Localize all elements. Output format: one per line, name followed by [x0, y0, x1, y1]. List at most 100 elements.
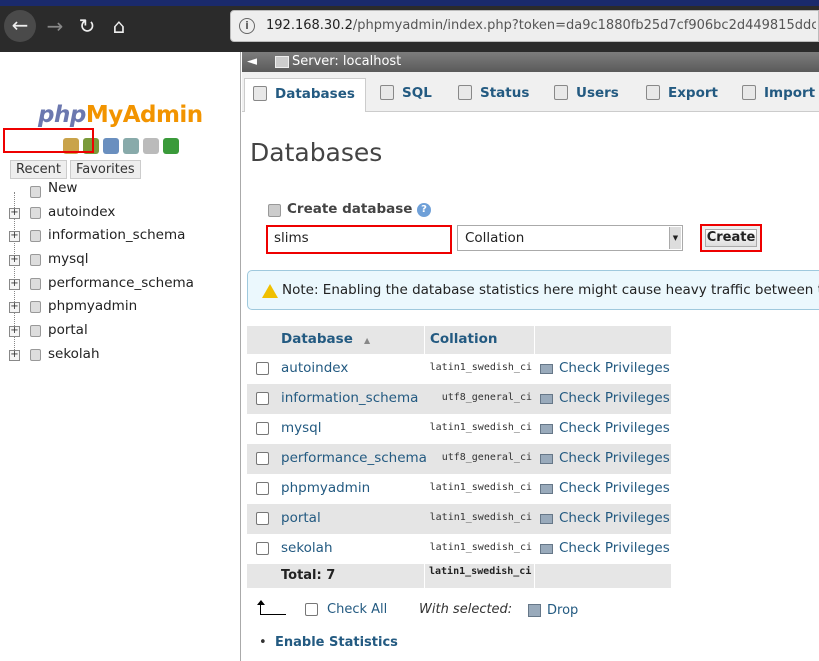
table-row: information_schema utf8_general_ci Check…	[247, 384, 671, 414]
database-name-input[interactable]: slims	[266, 225, 452, 254]
check-privileges-link[interactable]: Check Privileges	[559, 450, 670, 466]
db-name-link[interactable]: sekolah	[281, 540, 333, 556]
status-icon	[458, 85, 472, 100]
col-divider	[534, 564, 535, 588]
database-icon	[30, 301, 41, 314]
tab-export[interactable]: Export	[638, 78, 728, 112]
reload-icon[interactable]: ↻	[72, 11, 102, 41]
tab-sql[interactable]: SQL	[372, 78, 444, 112]
collation-select[interactable]: Collation ▼	[457, 225, 683, 251]
row-checkbox[interactable]	[256, 362, 269, 375]
expand-icon[interactable]: +	[9, 349, 20, 361]
db-name-link[interactable]: phpmyadmin	[281, 480, 370, 496]
check-privileges-link[interactable]: Check Privileges	[559, 360, 670, 376]
row-checkbox[interactable]	[256, 392, 269, 405]
tree-item-label: portal	[48, 321, 88, 338]
tab-status[interactable]: Status	[450, 78, 540, 112]
settings-icon[interactable]	[143, 138, 159, 154]
tab-import[interactable]: Import	[734, 78, 819, 112]
docs-icon[interactable]	[123, 138, 139, 154]
db-name-link[interactable]: portal	[281, 510, 321, 526]
tree-item-db[interactable]: + sekolah	[0, 343, 241, 367]
help-icon[interactable]: ?	[417, 203, 431, 217]
tree-item-label: performance_schema	[48, 274, 194, 291]
check-all-label[interactable]: Check All	[327, 602, 387, 617]
privileges-icon[interactable]	[540, 514, 553, 524]
col-header-database[interactable]: Database	[281, 331, 353, 347]
enable-statistics-link[interactable]: Enable Statistics	[275, 635, 398, 650]
privileges-icon[interactable]	[540, 544, 553, 554]
notice-text: Note: Enabling the database statistics h…	[282, 282, 819, 298]
tab-label: Users	[576, 85, 619, 101]
expand-icon[interactable]: +	[9, 231, 20, 243]
tree-item-db[interactable]: + performance_schema	[0, 272, 241, 296]
collapse-arrow-icon[interactable]: ◄	[247, 52, 257, 72]
db-name-link[interactable]: information_schema	[281, 390, 418, 406]
check-all-checkbox[interactable]	[305, 603, 318, 616]
nav-tabs: Recent Favorites	[10, 160, 141, 179]
tree-item-label: mysql	[48, 250, 89, 267]
phpmyadmin-logo[interactable]: phpMyAdmin	[38, 102, 203, 128]
address-bar[interactable]: i 192.168.30.2/phpmyadmin/index.php?toke…	[230, 10, 819, 42]
tree-item-db[interactable]: + mysql	[0, 248, 241, 272]
privileges-icon[interactable]	[540, 364, 553, 374]
privileges-icon[interactable]	[540, 424, 553, 434]
back-icon[interactable]: ←	[4, 10, 36, 42]
url-text[interactable]: 192.168.30.2/phpmyadmin/index.php?token=…	[266, 18, 816, 33]
drop-icon[interactable]	[528, 604, 541, 617]
tree-item-db[interactable]: + phpmyadmin	[0, 295, 241, 319]
col-header-collation[interactable]: Collation	[430, 331, 498, 347]
server-link[interactable]: Server: localhost	[292, 52, 401, 72]
row-checkbox[interactable]	[256, 512, 269, 525]
forward-icon[interactable]: →	[40, 11, 70, 41]
expand-icon[interactable]: +	[9, 254, 20, 266]
check-privileges-link[interactable]: Check Privileges	[559, 540, 670, 556]
row-checkbox[interactable]	[256, 482, 269, 495]
expand-icon[interactable]: +	[9, 278, 20, 290]
tree-item-db[interactable]: + autoindex	[0, 201, 241, 225]
dropdown-arrow-icon[interactable]: ▼	[669, 227, 681, 249]
check-privileges-link[interactable]: Check Privileges	[559, 510, 670, 526]
favorites-tab[interactable]: Favorites	[69, 160, 141, 179]
expand-icon[interactable]: +	[9, 302, 20, 314]
tree-item-db[interactable]: + portal	[0, 319, 241, 343]
create-button[interactable]: Create	[700, 224, 762, 252]
query-window-icon[interactable]	[103, 138, 119, 154]
col-divider	[424, 326, 425, 354]
tab-databases[interactable]: Databases	[244, 78, 366, 112]
row-checkbox[interactable]	[256, 542, 269, 555]
tree-item-db[interactable]: + information_schema	[0, 224, 241, 248]
total-collation: latin1_swedish_ci	[429, 566, 532, 577]
tab-label: Import	[764, 85, 816, 101]
sort-ascending-icon[interactable]: ▲	[364, 336, 370, 345]
row-checkbox[interactable]	[256, 422, 269, 435]
expand-icon[interactable]: +	[9, 325, 20, 337]
info-icon[interactable]: i	[239, 18, 255, 34]
db-name-link[interactable]: performance_schema	[281, 450, 427, 466]
check-privileges-link[interactable]: Check Privileges	[559, 480, 670, 496]
db-name-link[interactable]: autoindex	[281, 360, 348, 376]
database-icon	[30, 348, 41, 361]
privileges-icon[interactable]	[540, 394, 553, 404]
home-icon[interactable]: ⌂	[104, 11, 134, 41]
check-privileges-link[interactable]: Check Privileges	[559, 390, 670, 406]
highlight-box	[3, 128, 94, 153]
refresh-icon[interactable]	[163, 138, 179, 154]
database-icon	[30, 324, 41, 337]
tab-users[interactable]: Users	[546, 78, 631, 112]
db-collation: latin1_swedish_ci	[429, 362, 532, 373]
privileges-icon[interactable]	[540, 454, 553, 464]
warning-icon	[262, 284, 278, 298]
expand-icon[interactable]: +	[9, 207, 20, 219]
row-checkbox[interactable]	[256, 452, 269, 465]
drop-link[interactable]: Drop	[547, 603, 578, 618]
import-icon	[742, 85, 756, 100]
new-label: New	[48, 180, 78, 196]
privileges-icon[interactable]	[540, 484, 553, 494]
page-title: Databases	[250, 138, 383, 167]
recent-tab[interactable]: Recent	[10, 160, 67, 179]
check-privileges-link[interactable]: Check Privileges	[559, 420, 670, 436]
db-name-link[interactable]: mysql	[281, 420, 322, 436]
server-breadcrumb: ◄ Server: localhost	[242, 52, 819, 72]
databases-table: Database ▲ Collation autoindex latin1_sw…	[247, 326, 671, 588]
